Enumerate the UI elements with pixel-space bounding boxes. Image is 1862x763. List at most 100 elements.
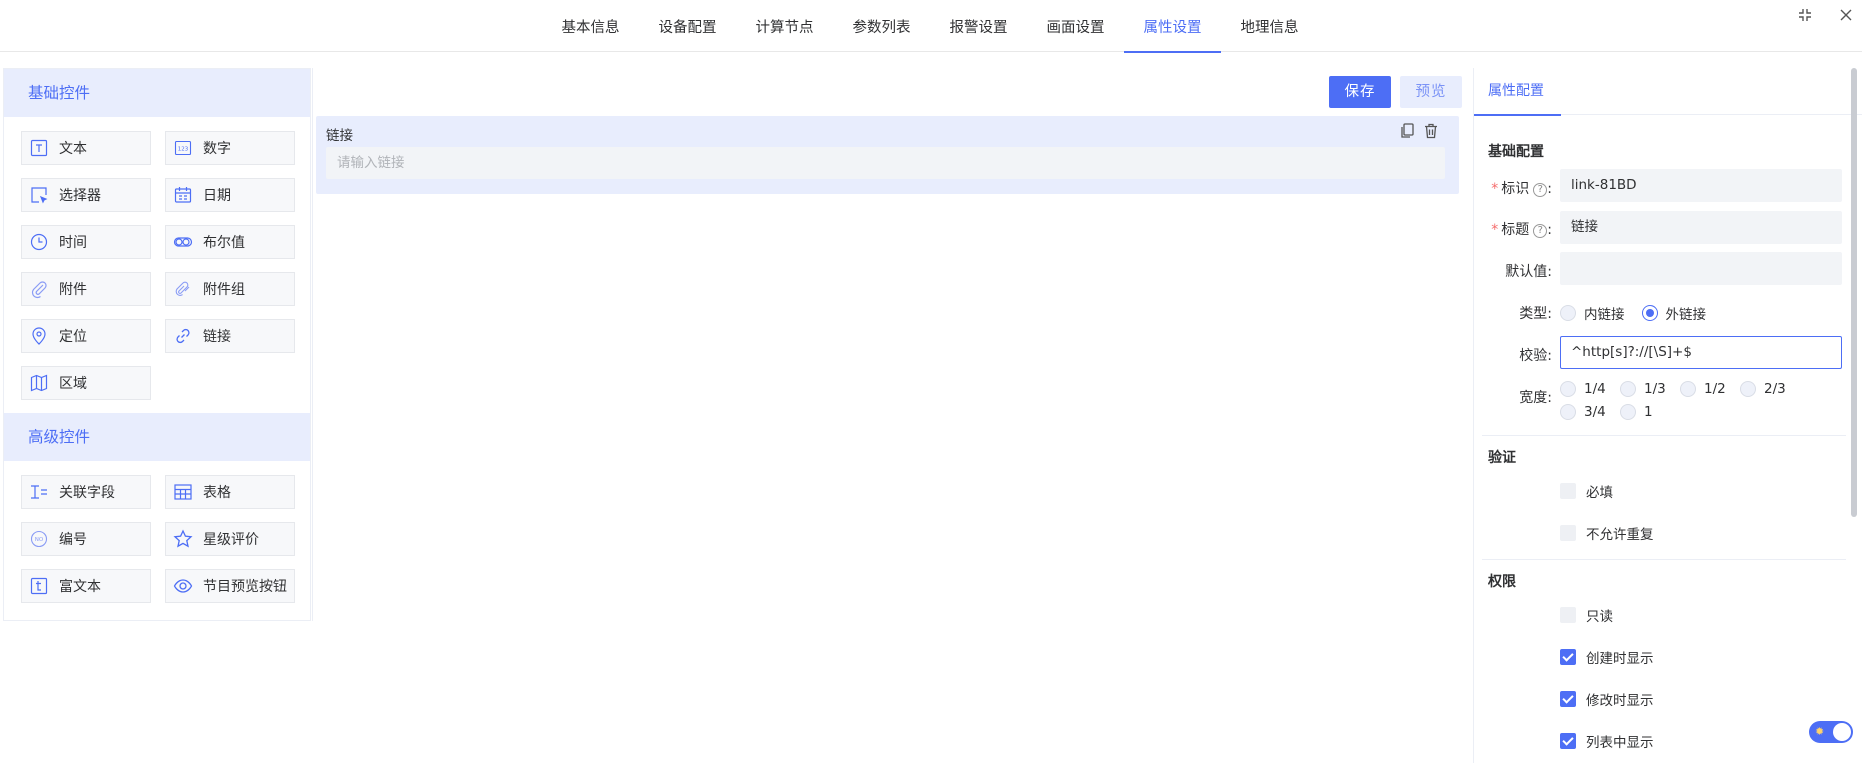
select-icon [29, 185, 49, 205]
tab-alarm-settings[interactable]: 报警设置 [930, 0, 1027, 52]
radio-internal-link[interactable] [1560, 305, 1576, 321]
radio-width-2-3[interactable] [1740, 381, 1756, 397]
config-tabs: 基本信息 设备配置 计算节点 参数列表 报警设置 画面设置 属性设置 地理信息 [542, 0, 1318, 53]
radio-width-1-2[interactable] [1680, 381, 1696, 397]
control-relation-field[interactable]: 关联字段 [21, 475, 151, 509]
theme-toggle[interactable]: ✹ [1809, 721, 1853, 743]
tab-compute-nodes[interactable]: 计算节点 [736, 0, 833, 52]
properties-scrollbar[interactable] [1851, 68, 1857, 517]
required-option: 必填 [1560, 481, 1613, 501]
control-date[interactable]: 日期 [165, 178, 295, 212]
radio-label: 3/4 [1584, 404, 1606, 420]
help-icon[interactable]: ? [1533, 183, 1548, 197]
default-value-input[interactable] [1560, 252, 1842, 285]
width-radio-group-row2: 3/4 1 [1560, 404, 1653, 420]
canvas-divider [312, 68, 313, 621]
control-label: 富文本 [59, 579, 101, 595]
show-on-edit-checkbox[interactable] [1560, 691, 1576, 707]
tab-geo-info[interactable]: 地理信息 [1221, 0, 1318, 52]
section-divider [1482, 435, 1846, 436]
link-field-card[interactable]: 链接 请输入链接 [316, 116, 1459, 194]
control-location[interactable]: 定位 [21, 319, 151, 353]
location-pin-icon [29, 326, 49, 346]
trash-icon[interactable] [1422, 122, 1440, 140]
type-label: 类型: [1519, 306, 1552, 322]
control-region[interactable]: 区域 [21, 366, 151, 400]
text-icon [29, 138, 49, 158]
validation-title: 验证 [1488, 450, 1516, 466]
tab-parameter-list[interactable]: 参数列表 [833, 0, 930, 52]
help-icon[interactable]: ? [1533, 224, 1548, 238]
control-label: 选择器 [59, 188, 101, 204]
control-label: 附件组 [203, 282, 245, 298]
radio-width-1[interactable] [1620, 404, 1636, 420]
checkbox-label: 只读 [1586, 609, 1613, 625]
control-boolean[interactable]: 布尔值 [165, 225, 295, 259]
star-icon [173, 529, 193, 549]
no-duplicate-option: 不允许重复 [1560, 523, 1654, 543]
svg-text:123: 123 [178, 147, 189, 153]
copy-icon[interactable] [1398, 122, 1416, 140]
tab-screen-settings[interactable]: 画面设置 [1027, 0, 1124, 52]
tab-property-settings[interactable]: 属性设置 [1124, 0, 1221, 53]
preview-button[interactable]: 预览 [1400, 76, 1462, 108]
required-checkbox[interactable] [1560, 483, 1576, 499]
control-label: 附件 [59, 282, 87, 298]
control-attachment[interactable]: 附件 [21, 272, 151, 306]
radio-width-3-4[interactable] [1560, 404, 1576, 420]
close-icon[interactable] [1835, 7, 1857, 29]
control-text[interactable]: 文本 [21, 131, 151, 165]
basic-controls-grid: 文本 123 数字 选择器 日期 时间 布尔值 附件 附件组 定位 链接 区域 [4, 117, 310, 413]
tab-property-config[interactable]: 属性配置 [1474, 68, 1561, 116]
control-select[interactable]: 选择器 [21, 178, 151, 212]
section-divider [1482, 559, 1846, 560]
control-program-preview-button[interactable]: 节目预览按钮 [165, 569, 295, 603]
no-duplicate-checkbox[interactable] [1560, 525, 1576, 541]
basic-controls-header: 基础控件 [4, 69, 310, 117]
toggle-icon [173, 232, 193, 252]
control-table[interactable]: 表格 [165, 475, 295, 509]
title-input[interactable]: 链接 [1560, 211, 1842, 244]
readonly-checkbox[interactable] [1560, 607, 1576, 623]
id-input[interactable]: link-81BD [1560, 169, 1842, 202]
control-link[interactable]: 链接 [165, 319, 295, 353]
control-label: 关联字段 [59, 485, 115, 501]
control-attachment-group[interactable]: 附件组 [165, 272, 295, 306]
control-label: 节目预览按钮 [203, 579, 287, 595]
control-number[interactable]: 123 数字 [165, 131, 295, 165]
tab-basic-info[interactable]: 基本信息 [542, 0, 639, 52]
control-label: 定位 [59, 329, 87, 345]
basic-config-title: 基础配置 [1488, 144, 1544, 160]
paperclip-icon [29, 279, 49, 299]
validate-input[interactable]: ^http[s]?://[\S]+$ [1560, 336, 1842, 369]
compress-icon[interactable] [1794, 7, 1816, 29]
control-label: 日期 [203, 188, 231, 204]
control-label: 数字 [203, 141, 231, 157]
radio-label: 1/2 [1704, 381, 1726, 397]
radio-width-1-3[interactable] [1620, 381, 1636, 397]
show-in-list-checkbox[interactable] [1560, 733, 1576, 749]
save-button[interactable]: 保存 [1329, 76, 1391, 108]
control-label: 文本 [59, 141, 87, 157]
radio-label: 内链接 [1584, 307, 1625, 323]
tab-device-config[interactable]: 设备配置 [639, 0, 736, 52]
serial-number-icon: NO [29, 529, 49, 549]
show-on-create-checkbox[interactable] [1560, 649, 1576, 665]
show-in-list-option: 列表中显示 [1560, 731, 1654, 751]
control-star-rating[interactable]: 星级评价 [165, 522, 295, 556]
relation-field-icon [29, 482, 49, 502]
control-label: 星级评价 [203, 532, 259, 548]
properties-tabbar: 属性配置 [1474, 68, 1862, 116]
show-on-edit-option: 修改时显示 [1560, 689, 1654, 709]
control-serial-number[interactable]: NO 编号 [21, 522, 151, 556]
radio-label: 1/3 [1644, 381, 1666, 397]
validate-label: 校验: [1519, 348, 1552, 364]
link-input-preview[interactable]: 请输入链接 [326, 147, 1445, 179]
radio-label: 1/4 [1584, 381, 1606, 397]
readonly-option: 只读 [1560, 605, 1613, 625]
default-value-label: 默认值: [1505, 264, 1552, 280]
radio-width-1-4[interactable] [1560, 381, 1576, 397]
radio-external-link[interactable] [1641, 305, 1658, 321]
control-time[interactable]: 时间 [21, 225, 151, 259]
control-rich-text[interactable]: 富文本 [21, 569, 151, 603]
